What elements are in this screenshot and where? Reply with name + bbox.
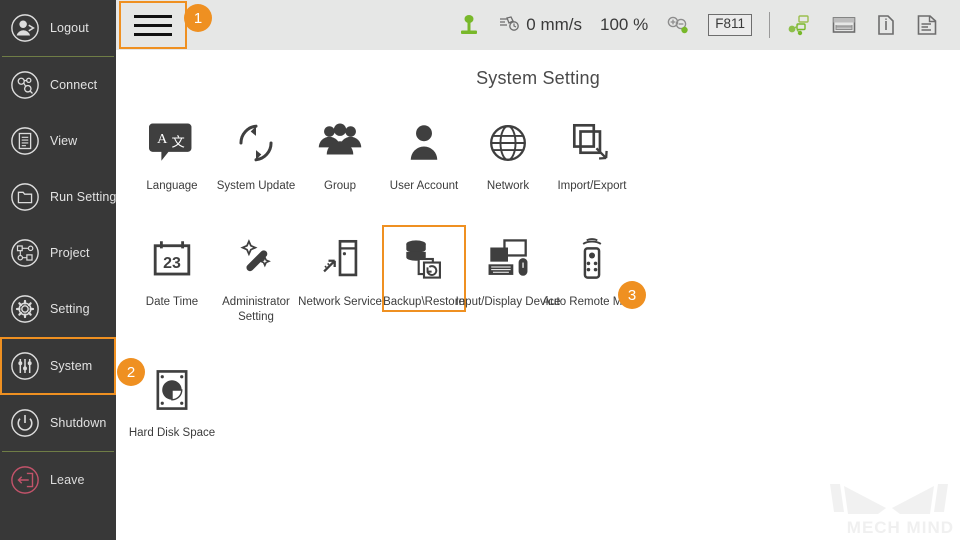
frame-indicator[interactable]: F811 — [699, 0, 761, 50]
view-list-icon — [10, 126, 40, 156]
hard-disk-space-icon — [146, 364, 198, 416]
speed-indicator: 0 mm/s — [489, 0, 591, 50]
input-display-device-tile[interactable]: Input/Display Device — [456, 225, 560, 309]
settings-icon-grid: A 文 Language System Update Group User Acc… — [116, 109, 960, 441]
tile-label: Administrator Setting — [222, 296, 290, 323]
speed-icon — [498, 15, 520, 35]
hamburger-menu-button[interactable] — [119, 1, 187, 49]
page-title: System Setting — [476, 68, 600, 88]
settings-row: 23 Date Time Administrator Setting Networ… — [130, 225, 960, 324]
sidebar-item-setting[interactable]: Setting — [0, 281, 116, 337]
settings-row: A 文 Language System Update Group User Acc… — [130, 109, 960, 193]
sidebar-item-label: Connect — [50, 78, 98, 92]
import-export-icon — [566, 117, 618, 169]
import-export-tile[interactable]: Import/Export — [550, 109, 634, 193]
watermark-text: MECH MIND — [846, 518, 954, 537]
svg-text:文: 文 — [172, 135, 185, 150]
tile-label: Hard Disk Space — [128, 427, 216, 440]
svg-text:23: 23 — [163, 255, 181, 272]
system-update-icon — [230, 117, 282, 169]
logout-user-icon — [10, 13, 40, 43]
robot-jog-icon[interactable] — [449, 0, 489, 50]
tile-label: Import/Export — [557, 180, 627, 192]
info-icon[interactable] — [866, 0, 906, 50]
run-setting-icon — [10, 182, 40, 212]
tile-label: Network Service — [298, 296, 382, 309]
sidebar-item-label: Project — [50, 246, 90, 260]
sidebar-item-project[interactable]: Project — [0, 225, 116, 281]
callout-badge-1: 1 — [184, 4, 212, 32]
speed-value: 0 mm/s — [526, 15, 583, 34]
hamburger-line — [134, 14, 172, 18]
toolbar-divider — [769, 12, 770, 38]
backup-restore-tile[interactable]: Backup\Restore — [382, 225, 466, 312]
magic-wand-icon — [230, 233, 282, 285]
group-tile[interactable]: Group — [298, 109, 382, 193]
sidebar-item-view[interactable]: View — [0, 113, 116, 169]
hamburger-line — [134, 23, 172, 27]
sliders-icon — [10, 351, 40, 381]
tile-label: Language — [146, 180, 198, 192]
content-area: System Setting A 文 Language System Update… — [116, 50, 960, 540]
backup-restore-icon — [398, 233, 450, 285]
network-service-tile[interactable]: Network Service — [298, 225, 382, 309]
override-indicator: 100 % — [591, 0, 657, 50]
tile-label: Backup\Restore — [383, 296, 465, 309]
hamburger-line — [134, 32, 172, 36]
sidebar-item-label: Run Setting — [50, 190, 117, 204]
date-time-tile[interactable]: 23 Date Time — [130, 225, 214, 309]
sidebar-item-connect[interactable]: Connect — [0, 57, 116, 113]
frame-value: F811 — [708, 14, 752, 36]
leave-exit-icon — [10, 465, 40, 495]
network-status-icon[interactable] — [778, 0, 822, 50]
sidebar-item-label: System — [50, 359, 93, 373]
network-service-icon — [314, 233, 366, 285]
zoom-plus-minus-icon[interactable] — [657, 0, 699, 50]
svg-text:A: A — [157, 131, 168, 147]
sidebar-item-logout[interactable]: Logout — [0, 0, 116, 56]
sidebar-item-label: View — [50, 134, 78, 148]
sidebar-item-shutdown[interactable]: Shutdown — [0, 395, 116, 451]
user-account-icon — [398, 117, 450, 169]
input-display-icon — [482, 233, 534, 285]
keyboard-icon[interactable] — [822, 0, 866, 50]
tile-label: Group — [324, 180, 356, 192]
network-globe-icon — [482, 117, 534, 169]
sidebar-item-label: Leave — [50, 473, 85, 487]
tile-label: Date Time — [145, 296, 199, 309]
network-tile[interactable]: Network — [466, 109, 550, 193]
language-tile[interactable]: A 文 Language — [130, 109, 214, 193]
user-account-tile[interactable]: User Account — [382, 109, 466, 193]
sidebar-item-label: Setting — [50, 302, 90, 316]
language-translate-icon: A 文 — [146, 117, 198, 169]
callout-badge-2: 2 — [117, 358, 145, 386]
sidebar-item-leave[interactable]: Leave — [0, 452, 116, 508]
sidebar-item-label: Shutdown — [50, 416, 107, 430]
sidebar-item-system[interactable]: System — [0, 337, 116, 395]
sidebar-item-run-setting[interactable]: Run Setting — [0, 169, 116, 225]
tile-label: Network — [486, 180, 530, 192]
tile-label: User Account — [389, 180, 459, 192]
gear-icon — [10, 294, 40, 324]
system-update-tile[interactable]: System Update — [214, 109, 298, 193]
override-value: 100 % — [600, 15, 649, 34]
callout-badge-3: 3 — [618, 281, 646, 309]
sidebar-item-label: Logout — [50, 21, 89, 35]
tile-label: System Update — [216, 180, 296, 192]
right-pane: 0 mm/s 100 % F811 System Setting A 文 Lan… — [116, 0, 960, 540]
settings-row: Hard Disk Space — [128, 356, 960, 440]
group-users-icon — [314, 117, 366, 169]
mech-mind-logo: MECH MIND — [814, 482, 954, 536]
calendar-23-icon: 23 — [146, 233, 198, 285]
top-toolbar: 0 mm/s 100 % F811 — [116, 0, 960, 50]
application-window: Logout Connect View Run Setting Project … — [0, 0, 960, 540]
sidebar: Logout Connect View Run Setting Project … — [0, 0, 116, 540]
project-node-icon — [10, 238, 40, 268]
log-document-icon[interactable] — [906, 0, 948, 50]
remote-control-icon — [566, 233, 618, 285]
toolbar-status-group: 0 mm/s 100 % F811 — [449, 0, 960, 50]
administrator-setting-tile[interactable]: Administrator Setting — [214, 225, 298, 324]
connect-icon — [10, 70, 40, 100]
power-icon — [10, 408, 40, 438]
